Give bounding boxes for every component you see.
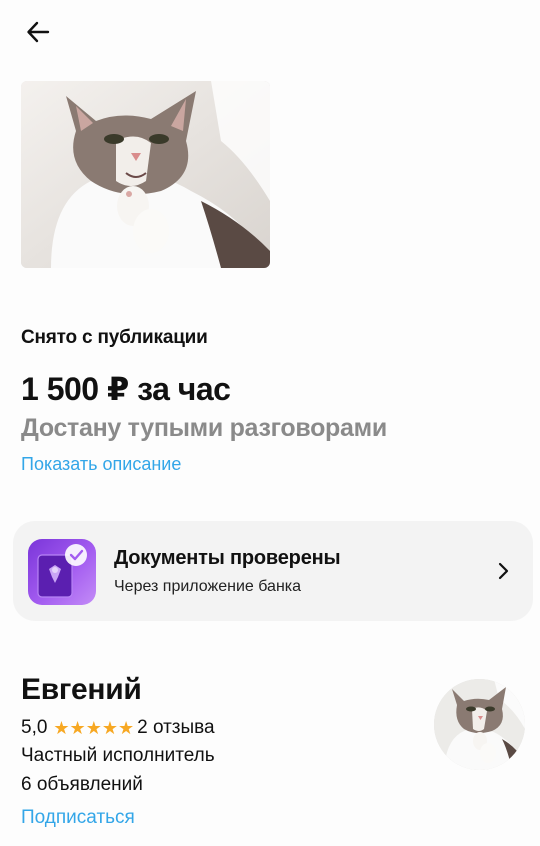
listing-status: Снято с публикации bbox=[21, 327, 208, 348]
seller-name[interactable]: Евгений bbox=[21, 673, 142, 707]
listing-page: Снято с публикации 1 500 ₽ за час Достан… bbox=[0, 0, 540, 846]
chevron-right-icon bbox=[498, 562, 509, 580]
documents-verified-card[interactable]: Документы проверены Через приложение бан… bbox=[13, 521, 533, 621]
avatar-image bbox=[434, 679, 525, 770]
seller-ads-count[interactable]: 6 объявлений bbox=[21, 774, 143, 796]
listing-title: Достану тупыми разговорами bbox=[21, 414, 387, 442]
listing-price: 1 500 ₽ за час bbox=[21, 371, 231, 407]
rating-value: 5,0 bbox=[21, 717, 48, 738]
back-button[interactable] bbox=[20, 14, 56, 50]
reviews-count: 2 отзыва bbox=[137, 717, 215, 738]
bank-document-verified-icon bbox=[28, 539, 96, 605]
arrow-left-icon bbox=[27, 21, 50, 43]
cat-photo-image bbox=[21, 81, 270, 268]
seller-avatar[interactable] bbox=[434, 679, 525, 770]
show-description-link[interactable]: Показать описание bbox=[21, 454, 181, 475]
verified-title: Документы проверены bbox=[114, 547, 341, 569]
listing-photo[interactable] bbox=[21, 81, 270, 268]
seller-rating-row[interactable]: 5,0 ★★★★★ 2 отзыва bbox=[21, 717, 215, 739]
rating-stars-icon: ★★★★★ bbox=[53, 717, 135, 738]
subscribe-link[interactable]: Подписаться bbox=[21, 807, 135, 829]
verified-subtitle: Через приложение банка bbox=[114, 578, 302, 595]
seller-type: Частный исполнитель bbox=[21, 745, 215, 766]
